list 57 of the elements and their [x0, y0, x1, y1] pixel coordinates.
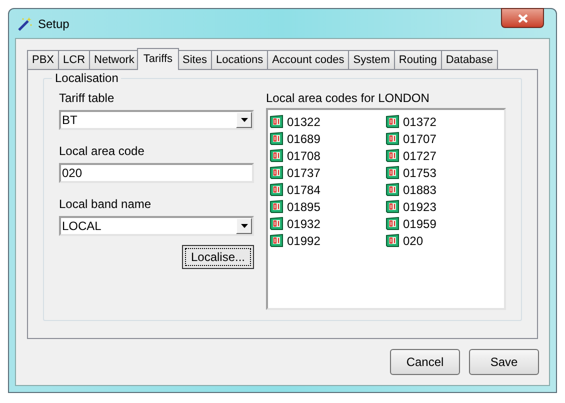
- list-item[interactable]: 01784: [287, 180, 320, 198]
- tab[interactable]: Locations: [210, 50, 268, 69]
- input-field[interactable]: 020: [59, 163, 254, 183]
- code-icon: [270, 200, 283, 213]
- localise-button[interactable]: Localise...: [182, 245, 254, 269]
- list-item[interactable]: 01753: [403, 164, 436, 182]
- list-item[interactable]: 01959: [403, 214, 436, 232]
- code-icon: [386, 183, 399, 196]
- field-label: Local area code: [59, 144, 146, 158]
- tab[interactable]: LCR: [58, 50, 90, 69]
- list-item[interactable]: 020: [403, 232, 424, 250]
- code-icon: [270, 217, 283, 230]
- close-icon: [518, 14, 528, 22]
- list-item[interactable]: 01372: [403, 112, 436, 130]
- list-item[interactable]: 01727: [403, 146, 436, 164]
- code-icon: [270, 166, 283, 179]
- list-item[interactable]: 01883: [403, 180, 436, 198]
- code-icon: [386, 234, 399, 247]
- list-item[interactable]: 01923: [403, 198, 436, 216]
- dropdown[interactable]: BT: [59, 110, 254, 130]
- cancel-button[interactable]: Cancel: [390, 349, 460, 375]
- code-icon: [270, 183, 283, 196]
- magic-wand-icon: [17, 16, 33, 32]
- tab[interactable]: Account codes: [267, 50, 350, 69]
- list-item[interactable]: 01737: [287, 164, 320, 182]
- tab[interactable]: Database: [440, 50, 498, 69]
- code-icon: [270, 115, 283, 128]
- code-icon: [270, 132, 283, 145]
- code-icon: [386, 200, 399, 213]
- list-title: Local area codes for LONDON: [266, 91, 430, 105]
- code-icon: [386, 166, 399, 179]
- group-title: Localisation: [52, 71, 122, 85]
- save-button[interactable]: Save: [469, 349, 539, 375]
- tab[interactable]: System: [348, 50, 395, 69]
- list-item[interactable]: 01708: [287, 146, 320, 164]
- code-icon: [386, 132, 399, 145]
- close-button[interactable]: [501, 8, 544, 28]
- list-item[interactable]: 01707: [403, 130, 436, 148]
- code-icon: [270, 149, 283, 162]
- tab[interactable]: Routing: [394, 50, 442, 69]
- tab[interactable]: Network: [89, 50, 140, 69]
- tab[interactable]: Sites: [178, 50, 212, 69]
- list-item[interactable]: 01932: [287, 214, 320, 232]
- code-icon: [270, 234, 283, 247]
- dropdown[interactable]: LOCAL: [59, 216, 254, 236]
- list-item[interactable]: 01992: [287, 232, 320, 250]
- code-icon: [386, 149, 399, 162]
- tab[interactable]: PBX: [27, 50, 60, 69]
- field-label: Local band name: [59, 197, 152, 211]
- list-item[interactable]: 01689: [287, 130, 320, 148]
- window-title: Setup: [38, 16, 70, 32]
- list-item[interactable]: 01322: [287, 112, 320, 130]
- field-label: Tariff table: [59, 91, 116, 105]
- code-icon: [386, 115, 399, 128]
- tab[interactable]: Tariffs: [137, 48, 179, 70]
- code-icon: [386, 217, 399, 230]
- list-item[interactable]: 01895: [287, 198, 320, 216]
